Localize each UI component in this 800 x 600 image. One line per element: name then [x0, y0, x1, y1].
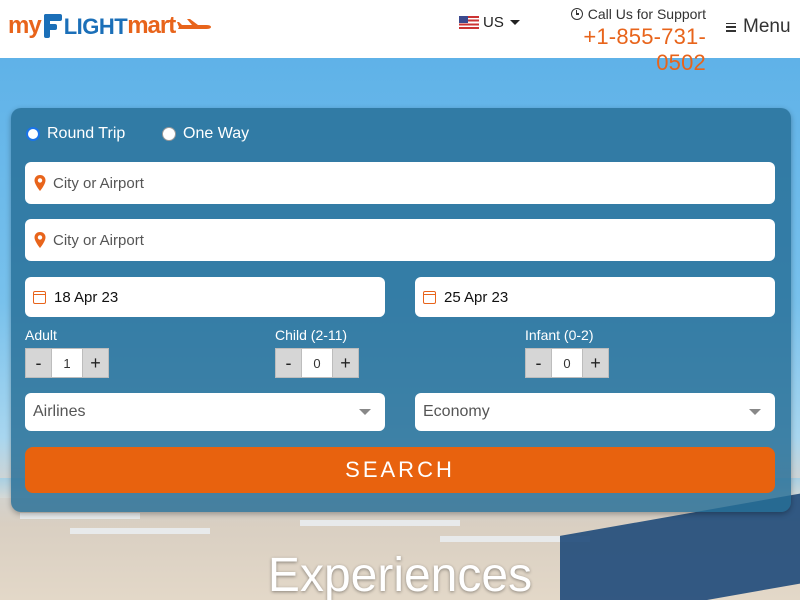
support-phone-link[interactable]: +1-855-731-0502 — [546, 24, 706, 76]
round-trip-radio[interactable] — [26, 127, 40, 141]
child-stepper: - 0 + — [275, 348, 359, 378]
depart-date-field[interactable]: 18 Apr 23 — [25, 277, 385, 317]
one-way-option[interactable]: One Way — [162, 125, 249, 143]
child-count[interactable]: 0 — [302, 348, 332, 378]
return-date-value: 25 Apr 23 — [444, 288, 509, 306]
adult-increment-button[interactable]: + — [82, 348, 109, 378]
country-label: US — [483, 14, 504, 31]
country-selector[interactable]: US — [459, 14, 520, 31]
beach-chair — [300, 520, 460, 526]
flight-search-form: Round Trip One Way 18 Apr 23 25 Apr 23 A… — [11, 108, 791, 512]
round-trip-option[interactable]: Round Trip — [26, 125, 125, 143]
one-way-radio[interactable] — [162, 127, 176, 141]
site-header: my LIGHT mart US Call Us for Support +1-… — [0, 0, 800, 75]
map-pin-icon — [34, 175, 46, 191]
depart-date-value: 18 Apr 23 — [54, 288, 119, 306]
logo-f-icon — [42, 12, 64, 40]
from-input[interactable] — [53, 162, 775, 204]
logo-text-light: LIGHT — [63, 14, 128, 39]
cabin-class-select-value: Economy — [423, 403, 490, 420]
child-increment-button[interactable]: + — [332, 348, 359, 378]
adult-label: Adult — [25, 327, 57, 343]
chevron-down-icon — [749, 409, 761, 415]
logo-text-my: my — [8, 12, 42, 39]
us-flag-icon — [459, 16, 479, 29]
calendar-icon — [33, 290, 46, 304]
menu-label: Menu — [743, 16, 791, 37]
adult-stepper: - 1 + — [25, 348, 109, 378]
beach-chair — [70, 528, 210, 534]
child-label: Child (2-11) — [275, 327, 348, 343]
support-contact: Call Us for Support +1-855-731-0502 — [546, 6, 706, 76]
one-way-label: One Way — [183, 125, 250, 142]
support-line: Call Us for Support — [546, 6, 706, 22]
hamburger-icon — [726, 22, 736, 32]
infant-count[interactable]: 0 — [552, 348, 582, 378]
logo-text-mart: mart — [127, 12, 176, 39]
child-decrement-button[interactable]: - — [275, 348, 302, 378]
search-button[interactable]: SEARCH — [25, 447, 775, 493]
cabin-class-select[interactable]: Economy — [415, 393, 775, 431]
airlines-select[interactable]: Airlines — [25, 393, 385, 431]
airlines-select-value: Airlines — [33, 403, 86, 420]
adult-decrement-button[interactable]: - — [25, 348, 52, 378]
hero-title: Experiences — [267, 549, 533, 600]
round-trip-label: Round Trip — [47, 125, 126, 142]
adult-count[interactable]: 1 — [52, 348, 82, 378]
chevron-down-icon — [359, 409, 371, 415]
support-label: Call Us for Support — [587, 6, 706, 22]
caret-down-icon — [509, 20, 520, 25]
map-pin-icon — [34, 232, 46, 248]
calendar-icon — [423, 290, 436, 304]
site-logo[interactable]: my LIGHT mart — [8, 6, 211, 40]
infant-increment-button[interactable]: + — [582, 348, 609, 378]
to-input[interactable] — [53, 219, 775, 261]
beach-chair — [20, 513, 140, 519]
infant-stepper: - 0 + — [525, 348, 609, 378]
infant-decrement-button[interactable]: - — [525, 348, 552, 378]
menu-button[interactable]: Menu — [726, 16, 791, 38]
infant-label: Infant (0-2) — [525, 327, 594, 343]
from-field — [25, 162, 775, 204]
airplane-icon — [177, 19, 211, 29]
to-field — [25, 219, 775, 261]
return-date-field[interactable]: 25 Apr 23 — [415, 277, 775, 317]
clock-icon — [570, 8, 583, 20]
